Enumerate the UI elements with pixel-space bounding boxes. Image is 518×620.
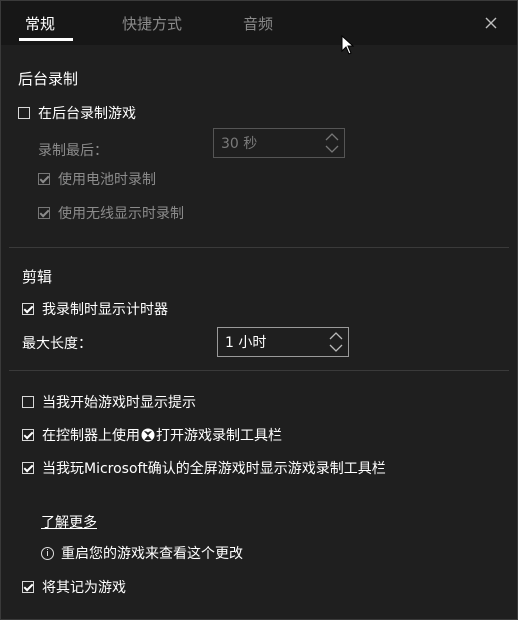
- clips-title: 剪辑: [22, 268, 53, 286]
- remember-as-game-option[interactable]: 将其记为游戏: [22, 577, 126, 597]
- restart-info: i 重启您的游戏来查看这个更改: [41, 543, 243, 563]
- tab-general[interactable]: 常规: [25, 13, 55, 34]
- tab-audio[interactable]: 音频: [243, 13, 273, 34]
- record-in-background-label: 在后台录制游戏: [38, 106, 136, 122]
- learn-more-link[interactable]: 了解更多: [41, 512, 97, 532]
- mouse-cursor-icon: [341, 35, 355, 55]
- xbox-logo-icon: [141, 428, 155, 442]
- close-button[interactable]: [481, 13, 501, 33]
- restart-info-text: 重启您的游戏来查看这个更改: [61, 546, 243, 562]
- controller-toolbar-checkbox[interactable]: [22, 429, 34, 441]
- show-tips-label: 当我开始游戏时显示提示: [42, 395, 196, 411]
- record-last-spinner[interactable]: 30 秒: [213, 128, 345, 158]
- battery-recording-checkbox[interactable]: [38, 173, 50, 185]
- show-timer-label: 我录制时显示计时器: [42, 302, 168, 318]
- wireless-recording-checkbox[interactable]: [38, 207, 50, 219]
- show-tips-checkbox[interactable]: [22, 396, 34, 408]
- tab-shortcuts[interactable]: 快捷方式: [122, 13, 182, 34]
- spinner-arrows-icon[interactable]: [328, 330, 344, 354]
- show-timer-checkbox[interactable]: [22, 303, 34, 315]
- controller-toolbar-option[interactable]: 在控制器上使用 打开游戏录制工具栏: [22, 425, 282, 445]
- max-length-label: 最大长度：: [22, 336, 92, 352]
- tab-bar: 常规 快捷方式 音频: [1, 1, 517, 45]
- remember-as-game-label: 将其记为游戏: [42, 580, 126, 596]
- fullscreen-toolbar-option[interactable]: 当我玩Microsoft确认的全屏游戏时显示游戏录制工具栏: [22, 458, 386, 478]
- wireless-recording-label: 使用无线显示时录制: [58, 206, 184, 222]
- active-tab-indicator: [19, 38, 73, 41]
- game-bar-settings-window: 常规 快捷方式 音频 后台录制 在后台录制游戏 录制最后： 30 秒 使用电池时…: [0, 0, 518, 620]
- fullscreen-toolbar-label: 当我玩Microsoft确认的全屏游戏时显示游戏录制工具栏: [42, 461, 386, 477]
- fullscreen-toolbar-checkbox[interactable]: [22, 462, 34, 474]
- show-tips-option[interactable]: 当我开始游戏时显示提示: [22, 392, 196, 412]
- record-in-background-checkbox[interactable]: [18, 107, 30, 119]
- show-timer-option[interactable]: 我录制时显示计时器: [22, 299, 168, 319]
- record-last-value: 30 秒: [221, 136, 258, 152]
- controller-toolbar-label-prefix: 在控制器上使用: [42, 428, 140, 444]
- max-length-spinner[interactable]: 1 小时: [217, 327, 349, 357]
- max-length-value: 1 小时: [225, 335, 267, 351]
- battery-recording-label: 使用电池时录制: [58, 172, 156, 188]
- remember-as-game-checkbox[interactable]: [22, 581, 34, 593]
- record-in-background-option[interactable]: 在后台录制游戏: [18, 103, 136, 123]
- wireless-recording-option[interactable]: 使用无线显示时录制: [38, 203, 184, 223]
- info-icon: i: [41, 546, 54, 560]
- spinner-arrows-icon[interactable]: [324, 131, 340, 155]
- record-last-label: 录制最后：: [38, 143, 108, 159]
- controller-toolbar-label-suffix: 打开游戏录制工具栏: [156, 428, 282, 444]
- section-divider: [9, 247, 509, 248]
- background-recording-title: 后台录制: [18, 70, 79, 88]
- battery-recording-option[interactable]: 使用电池时录制: [38, 169, 156, 189]
- section-divider: [9, 370, 509, 371]
- close-icon: [485, 17, 497, 29]
